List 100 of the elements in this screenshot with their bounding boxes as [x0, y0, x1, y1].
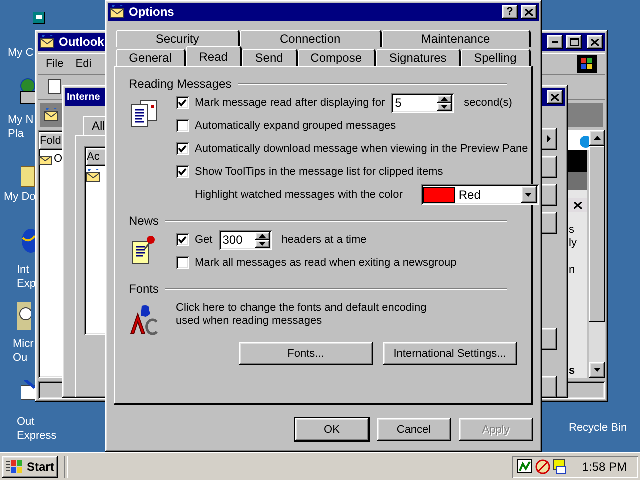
- close-icon: [525, 8, 533, 16]
- tab[interactable]: General: [116, 49, 186, 66]
- folder-label[interactable]: O: [54, 153, 63, 165]
- checkbox[interactable]: [176, 142, 189, 155]
- menu-item[interactable]: File: [46, 58, 64, 70]
- windows-logo-icon: [6, 459, 24, 474]
- no-speaker-icon[interactable]: [535, 458, 551, 474]
- color-label: Highlight watched messages with the color: [195, 188, 403, 200]
- close-button[interactable]: [521, 5, 537, 19]
- checkbox-label: Mark all messages as read when exiting a newsgroup: [195, 256, 457, 268]
- help-button[interactable]: ?: [502, 5, 518, 19]
- close-button[interactable]: [587, 35, 603, 49]
- tab[interactable]: Signatures: [376, 49, 461, 66]
- new-mail-icon: [48, 79, 62, 95]
- mail-icon: [40, 35, 56, 49]
- checkbox[interactable]: [176, 119, 189, 132]
- mail-icon: [44, 108, 60, 122]
- globe-icon: [21, 228, 35, 254]
- dialog-button[interactable]: OK: [295, 418, 369, 441]
- windows-logo-icon: [577, 55, 597, 73]
- up-arrow-icon: [594, 136, 600, 140]
- tab[interactable]: Read: [186, 46, 242, 67]
- down-arrow-icon: [594, 368, 600, 372]
- desktop-icon-label[interactable]: Pla: [8, 127, 34, 141]
- maximize-button[interactable]: [566, 35, 582, 49]
- check-icon: [178, 236, 187, 244]
- desktop-icon-label[interactable]: Ou: [13, 351, 34, 365]
- mail-icon: [39, 153, 52, 165]
- checkbox[interactable]: [176, 165, 189, 178]
- section-title: News: [129, 214, 160, 228]
- tab[interactable]: Send: [242, 49, 298, 66]
- desktop-icon-label[interactable]: My Do: [4, 190, 36, 204]
- close-icon: [551, 94, 559, 100]
- maximize-icon: [570, 38, 578, 46]
- down-arrow-icon: [258, 242, 266, 246]
- check-icon: [178, 98, 187, 106]
- number-spinner[interactable]: 300: [218, 230, 272, 250]
- tab[interactable]: Connection: [240, 30, 382, 47]
- monitor-icon[interactable]: [517, 458, 533, 474]
- clock[interactable]: 1:58 PM: [582, 460, 633, 474]
- desktop-icon-label[interactable]: My C: [8, 46, 34, 60]
- up-arrow-icon: [258, 234, 266, 238]
- preview-text: s: [568, 365, 576, 378]
- desktop-icon-label[interactable]: Express: [17, 429, 57, 443]
- desktop-icon-label[interactable]: Out: [17, 415, 57, 429]
- checkbox-label: Automatically download message when viewing in the Preview Pane: [195, 142, 528, 154]
- desktop-icon-label[interactable]: Recycle Bin: [569, 421, 628, 435]
- down-arrow-icon: [441, 104, 448, 108]
- checkbox-label: Automatically expand grouped messages: [195, 120, 396, 132]
- start-button[interactable]: Start: [2, 456, 58, 478]
- tab[interactable]: Maintenance: [382, 30, 531, 47]
- mail-server-icon: [86, 169, 102, 183]
- up-arrow-icon: [441, 96, 448, 100]
- display-settings-icon[interactable]: [553, 458, 569, 474]
- caret-icon: [525, 192, 532, 196]
- clock-icon: [17, 302, 31, 330]
- close-icon: [591, 38, 599, 46]
- checkbox[interactable]: [176, 96, 189, 109]
- checkbox-label: Get: [195, 234, 213, 246]
- close-icon: [574, 202, 582, 209]
- preview-text: ly: [568, 237, 578, 250]
- check-icon: [178, 168, 187, 176]
- unit-label: headers at a time: [282, 234, 367, 246]
- checkbox-label: Mark message read after displaying for: [195, 96, 386, 108]
- preview-text: n: [568, 264, 576, 277]
- checkbox-label: Show ToolTips in the message list for clipped items: [195, 166, 444, 178]
- color-dropdown[interactable]: Red: [420, 184, 539, 205]
- window-title: Options: [129, 5, 174, 19]
- fonts-button[interactable]: International Settings...: [383, 342, 517, 365]
- banner: [568, 150, 587, 172]
- number-spinner[interactable]: 5: [391, 92, 454, 112]
- mail-icon: [110, 5, 126, 19]
- check-icon: [178, 144, 187, 152]
- computer-icon: [33, 12, 45, 24]
- preview-text: s: [568, 224, 576, 237]
- scrollbar[interactable]: [589, 130, 605, 378]
- tab[interactable]: Compose: [298, 49, 376, 66]
- menu-item[interactable]: Edi: [76, 58, 92, 70]
- window-title: Interne: [67, 92, 100, 102]
- dropdown-button[interactable]: [520, 186, 537, 203]
- minimize-button[interactable]: [547, 35, 563, 49]
- desktop-icon-label[interactable]: Exp: [17, 277, 36, 291]
- desktop-icon-label[interactable]: Int: [17, 263, 36, 277]
- fonts-description: Click here to change the fonts and default encoding used when reading messages: [176, 302, 428, 328]
- fonts-button[interactable]: Fonts...: [239, 342, 373, 365]
- minimize-icon: [552, 41, 558, 43]
- banner: [568, 172, 587, 190]
- section-title: Fonts: [129, 282, 160, 296]
- tab[interactable]: Spelling: [460, 49, 532, 66]
- close-button[interactable]: [547, 90, 563, 104]
- tab[interactable]: Security: [116, 30, 240, 47]
- desktop-icon-label[interactable]: Micr: [13, 337, 34, 351]
- unit-label: second(s): [464, 96, 512, 108]
- section-title: Reading Messages: [129, 77, 232, 91]
- desktop-icon-label[interactable]: My N: [8, 113, 34, 127]
- checkbox[interactable]: [176, 256, 189, 269]
- dialog-button[interactable]: Cancel: [377, 418, 451, 441]
- checkbox[interactable]: [176, 233, 189, 246]
- right-arrow-icon: [547, 135, 551, 143]
- window-title: Outlook: [59, 35, 104, 49]
